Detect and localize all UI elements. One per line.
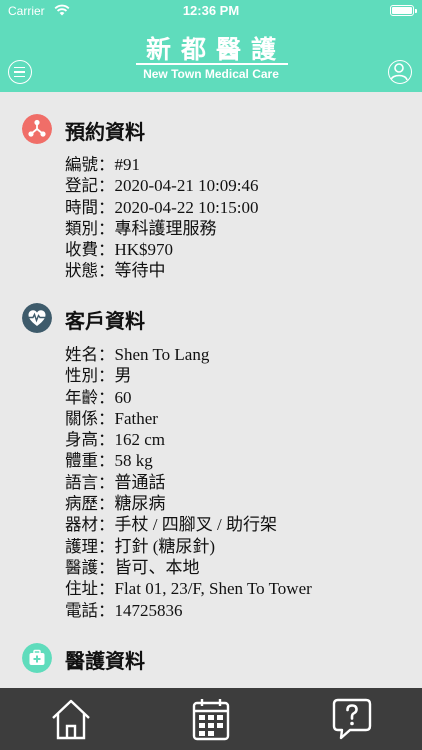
medical-section-title: 醫護資料 (65, 649, 145, 673)
info-value: 2020-04-22 10:15:00 (114, 197, 259, 217)
info-label: 住址： (65, 579, 115, 599)
info-value: 162 cm (114, 430, 166, 450)
appointment-info-list: 編號：#91 登記：2020-04-21 10:09:46 時間：2020-04… (65, 154, 259, 282)
info-row-age: 年齡：60 (65, 387, 312, 408)
info-value: 等待中 (114, 261, 166, 281)
home-icon (52, 699, 90, 740)
info-row-caregiver: 醫護：皆可、本地 (65, 557, 312, 578)
battery-icon (390, 5, 417, 16)
info-value: 專科護理服務 (114, 218, 217, 238)
info-row-status: 狀態：等待中 (65, 260, 259, 281)
info-value: Shen To Lang (114, 345, 210, 364)
tab-home[interactable] (47, 696, 95, 742)
info-value: 14725836 (114, 600, 183, 620)
user-icon (390, 63, 409, 81)
app-title-chinese: 新都醫護 (145, 35, 286, 64)
info-value: HK$970 (114, 240, 174, 260)
info-row-relationship: 關係：Father (65, 408, 312, 429)
info-label: 關係： (65, 408, 115, 428)
client-info-list: 姓名：Shen To Lang 性別：男 年齡：60 關係：Father 身高：… (65, 344, 312, 621)
info-label: 類別： (65, 218, 115, 238)
info-row-language: 語言：普通話 (65, 472, 312, 493)
info-label: 狀態： (65, 261, 115, 281)
menu-button[interactable] (8, 60, 32, 84)
share-nodes-icon (22, 114, 52, 144)
info-label: 姓名： (65, 345, 115, 364)
app-title-english: New Town Medical Care (143, 67, 279, 81)
bottom-tab-bar (0, 688, 422, 750)
info-label: 性別： (65, 366, 115, 386)
menu-icon (14, 66, 25, 69)
info-label: 病歷： (65, 494, 115, 514)
info-row-name: 姓名：Shen To Lang (65, 344, 312, 365)
info-label: 體重： (65, 451, 115, 471)
info-value: Flat 01, 23/F, Shen To Tower (114, 579, 312, 599)
info-value: 2020-04-21 10:09:46 (114, 176, 259, 196)
info-row-medical-history: 病歷：糖尿病 (65, 493, 312, 514)
info-value: 男 (114, 366, 132, 386)
info-row-fee: 收費：HK$970 (65, 239, 259, 260)
menu-icon-line (14, 75, 25, 78)
info-label: 時間： (65, 197, 115, 217)
info-value: Father (114, 408, 158, 428)
info-row-registered: 登記：2020-04-21 10:09:46 (65, 175, 259, 196)
medical-kit-icon (22, 643, 52, 673)
info-value: 58 kg (114, 451, 153, 471)
info-label: 編號： (65, 155, 115, 174)
info-label: 年齡： (65, 387, 115, 407)
info-label: 語言： (65, 472, 115, 492)
info-row-address: 住址：Flat 01, 23/F, Shen To Tower (65, 578, 312, 599)
info-label: 登記： (65, 176, 115, 196)
booking-details: 預約資料 編號：#91 登記：2020-04-21 10:09:46 時間：20… (0, 92, 422, 688)
help-chat-icon (332, 698, 372, 740)
tab-calendar[interactable] (187, 696, 235, 742)
info-row-gender: 性別：男 (65, 365, 312, 386)
heart-pulse-icon (22, 303, 52, 333)
info-row-weight: 體重：58 kg (65, 450, 312, 471)
status-bar: Carrier 12:36 PM (0, 0, 422, 22)
menu-icon-line (14, 71, 25, 73)
profile-button[interactable] (388, 60, 412, 84)
client-section-title: 客戶資料 (65, 309, 145, 333)
info-value: 打針 (糖尿針) (114, 536, 216, 556)
app-header: Carrier 12:36 PM 新都醫護 New Town Medical C… (0, 0, 422, 92)
info-value: 皆可、本地 (114, 557, 200, 577)
tab-help[interactable] (328, 696, 376, 742)
calendar-icon (192, 699, 230, 741)
info-row-id: 編號：#91 (65, 154, 259, 175)
info-label: 電話： (65, 600, 115, 620)
info-value: 糖尿病 (114, 494, 166, 514)
info-value: 60 (114, 387, 132, 407)
info-value: 手杖 / 四腳叉 / 助行架 (114, 515, 277, 535)
info-label: 身高： (65, 430, 115, 450)
info-label: 護理： (65, 536, 115, 556)
info-row-height: 身高：162 cm (65, 429, 312, 450)
info-label: 收費： (65, 240, 115, 260)
info-row-care: 護理：打針 (糖尿針) (65, 536, 312, 557)
info-row-category: 類別：專科護理服務 (65, 218, 259, 239)
info-row-time: 時間：2020-04-22 10:15:00 (65, 197, 259, 218)
info-value: 普通話 (114, 472, 166, 492)
info-label: 醫護： (65, 557, 115, 577)
title-divider (136, 63, 288, 65)
info-row-phone: 電話：14725836 (65, 600, 312, 621)
appointment-section-title: 預約資料 (65, 120, 145, 144)
info-label: 器材： (65, 515, 115, 535)
info-value: #91 (114, 155, 141, 174)
clock: 12:36 PM (182, 3, 240, 18)
info-row-equipment: 器材：手杖 / 四腳叉 / 助行架 (65, 514, 312, 535)
